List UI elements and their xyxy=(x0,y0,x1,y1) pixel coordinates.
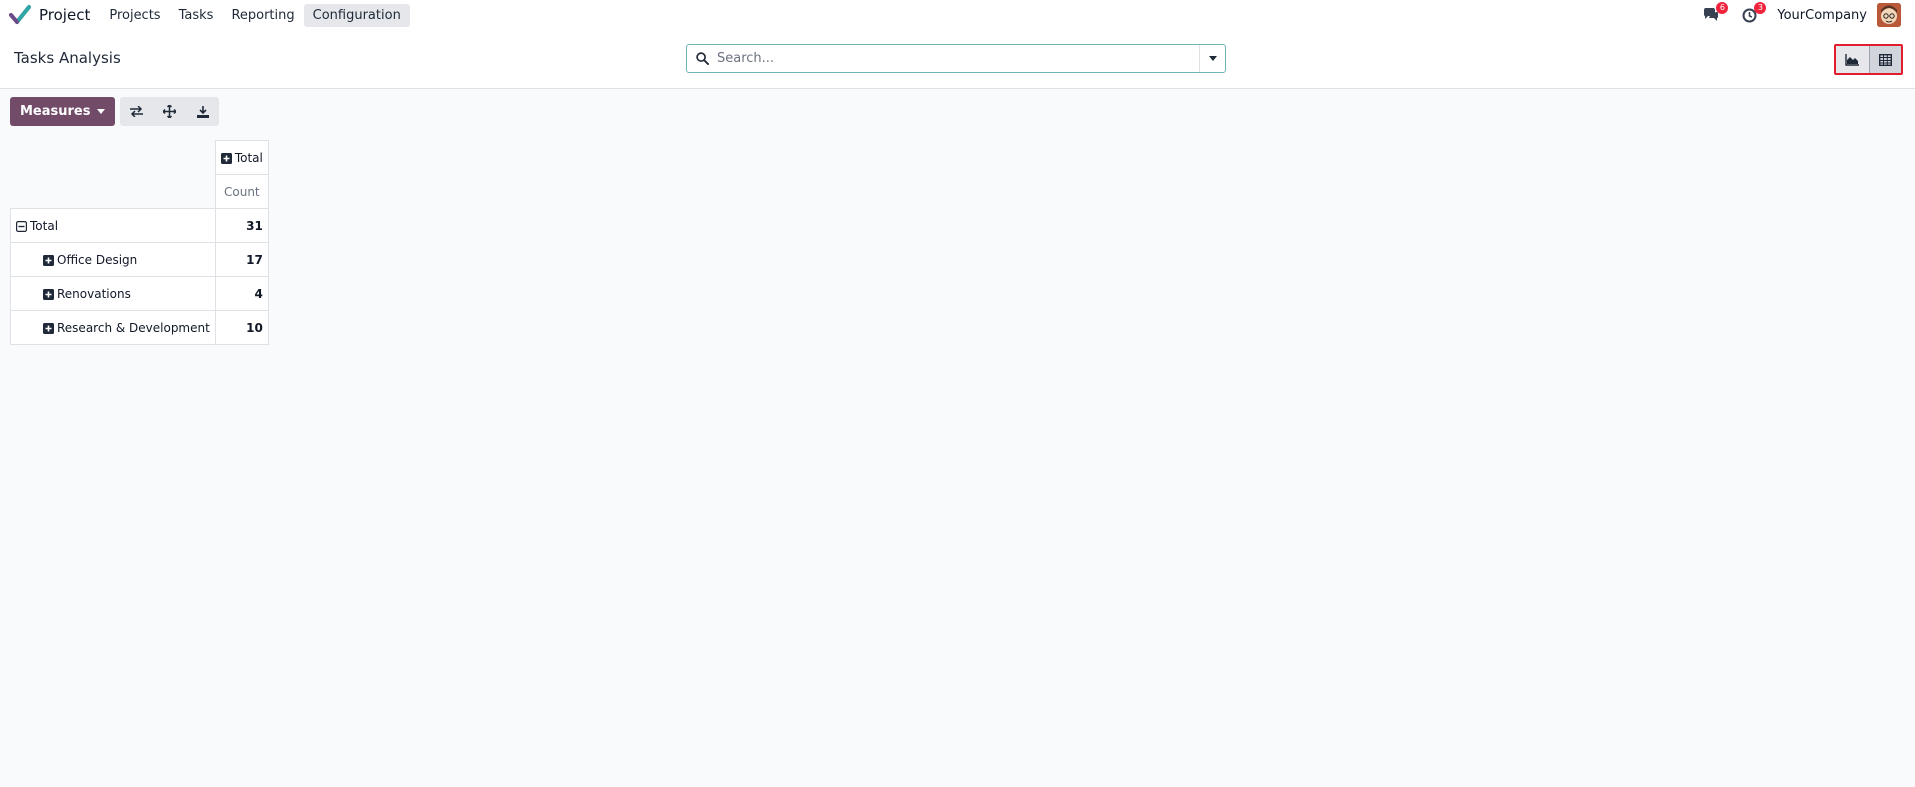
page-title: Tasks Analysis xyxy=(14,49,121,67)
caret-down-icon xyxy=(97,109,106,114)
table-row: Renovations 4 xyxy=(10,276,269,311)
area-chart-icon xyxy=(1845,53,1860,66)
user-avatar[interactable] xyxy=(1877,3,1901,27)
search-input[interactable] xyxy=(715,46,1185,71)
row-header-renovations[interactable]: Renovations xyxy=(10,276,216,311)
table-row: Office Design 17 xyxy=(10,242,269,277)
row-header-label: Renovations xyxy=(57,286,131,301)
messages-button[interactable]: 6 xyxy=(1699,2,1729,27)
activities-button[interactable]: 3 xyxy=(1737,2,1767,27)
table-row: Research & Development 10 xyxy=(10,310,269,345)
search-bar[interactable] xyxy=(686,44,1226,73)
arrows-move-icon xyxy=(163,105,177,118)
plus-square-icon xyxy=(43,254,54,266)
menu-projects[interactable]: Projects xyxy=(100,4,169,27)
row-header-label: Research & Development xyxy=(57,320,210,335)
row-header-label: Office Design xyxy=(57,252,138,267)
view-switcher xyxy=(1834,44,1903,75)
menu-configuration[interactable]: Configuration xyxy=(303,3,410,27)
cell-value[interactable]: 4 xyxy=(214,276,269,311)
exchange-icon xyxy=(130,106,144,117)
cell-value[interactable]: 10 xyxy=(214,310,269,345)
caret-down-icon xyxy=(1208,56,1217,61)
activities-badge: 3 xyxy=(1754,2,1767,14)
control-panel: Tasks Analysis xyxy=(0,30,1915,89)
plus-square-icon xyxy=(43,322,54,334)
menu-tasks[interactable]: Tasks xyxy=(170,4,223,27)
measures-label: Measures xyxy=(20,104,91,119)
messages-badge: 6 xyxy=(1716,2,1729,14)
pivot-view-button[interactable] xyxy=(1868,46,1901,73)
column-header-label: Total xyxy=(234,150,263,165)
table-row-total: Total 31 xyxy=(10,208,269,243)
table-icon xyxy=(1878,53,1892,66)
search-icon xyxy=(696,52,709,65)
menu-reporting[interactable]: Reporting xyxy=(222,4,303,27)
row-header-office-design[interactable]: Office Design xyxy=(10,242,216,277)
graph-view-button[interactable] xyxy=(1836,46,1869,73)
pivot-toolbar: Measures xyxy=(10,97,220,126)
search-options-toggle[interactable] xyxy=(1199,45,1225,72)
row-header-label: Total xyxy=(30,218,59,233)
avatar-face-icon xyxy=(1877,3,1901,27)
cell-value[interactable]: 31 xyxy=(214,208,269,243)
cell-value[interactable]: 17 xyxy=(214,242,269,277)
measures-button[interactable]: Measures xyxy=(10,97,116,126)
app-brand[interactable]: Project xyxy=(9,4,100,26)
minus-square-icon xyxy=(16,220,27,232)
download-icon xyxy=(196,105,209,118)
pivot-corner xyxy=(11,141,216,175)
row-header-total[interactable]: Total xyxy=(10,208,216,243)
top-navbar: Project Projects Tasks Reporting Configu… xyxy=(0,0,1915,30)
expand-all-button[interactable] xyxy=(153,97,186,126)
company-switcher[interactable]: YourCompany xyxy=(1777,8,1867,23)
measure-header-count[interactable]: Count xyxy=(214,174,269,209)
pivot-corner-bottom xyxy=(10,174,216,209)
app-name: Project xyxy=(39,6,91,24)
plus-square-icon xyxy=(43,288,54,300)
pivot-actions xyxy=(120,97,220,126)
download-button[interactable] xyxy=(186,97,219,126)
pivot-table: Total Count Total 31 Office Design 17 Re… xyxy=(10,140,269,345)
column-header-total[interactable]: Total xyxy=(214,140,269,175)
row-header-research-development[interactable]: Research & Development xyxy=(10,310,216,345)
navbar-systray: 6 3 YourCompany xyxy=(1699,0,1915,30)
plus-square-icon xyxy=(220,152,232,164)
flip-axis-button[interactable] xyxy=(120,97,153,126)
project-app-icon xyxy=(9,5,31,24)
